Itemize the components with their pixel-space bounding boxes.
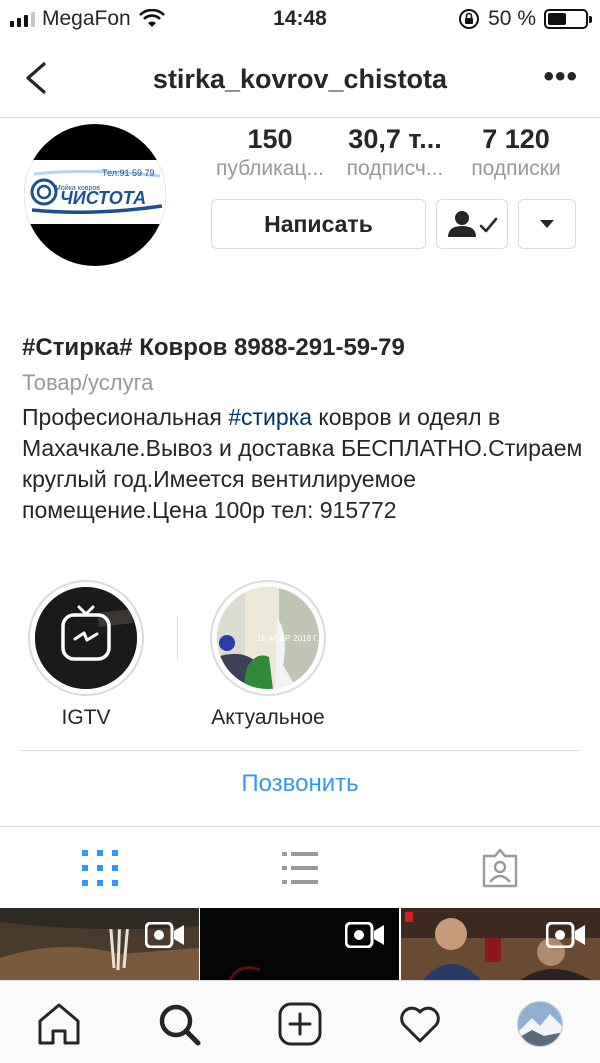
bio-hashtag-link[interactable]: #стирка	[228, 404, 312, 430]
profile-bio: Професиональная #стирка ковров и одеял в…	[22, 404, 583, 523]
svg-text:ЧИСТОТА: ЧИСТОТА	[60, 188, 146, 208]
highlight-actual[interactable]: 16 ФЕВР. 2018 Г. Актуальное	[206, 580, 330, 730]
svg-text:Тел:91 59 79: Тел:91 59 79	[102, 168, 154, 178]
grid-post[interactable]	[401, 908, 600, 980]
suggested-dropdown-button[interactable]	[518, 199, 576, 249]
profile-category: Товар/услуга	[22, 370, 154, 395]
highlight-igtv-label: IGTV	[61, 706, 111, 729]
profile-avatar[interactable]: Мойка ковров Тел:91 59 79 ЧИСТОТА	[24, 124, 166, 266]
home-icon[interactable]	[36, 1001, 82, 1047]
message-button[interactable]: Написать	[211, 199, 426, 249]
video-icon	[345, 922, 384, 948]
followers-count-value: 30,7 т...	[348, 124, 442, 154]
video-icon	[546, 922, 585, 948]
orientation-lock-icon	[459, 9, 480, 29]
brand-logo: Мойка ковров Тел:91 59 79 ЧИСТОТА	[30, 168, 163, 214]
followers-count[interactable]: 30,7 т... подписч...	[336, 124, 454, 181]
profile-full-name: #Стирка# Ковров 8988-291-59-79	[22, 334, 405, 361]
profile-header-bar: stirka_kovrov_chistota •••	[0, 40, 600, 118]
profile-photo	[518, 1002, 562, 1046]
highlight-igtv[interactable]: IGTV	[24, 580, 148, 730]
grid-post[interactable]	[0, 908, 199, 980]
battery-percent: 50 %	[488, 7, 536, 30]
battery-icon	[544, 9, 592, 29]
posts-count[interactable]: 150 публикац...	[210, 124, 330, 181]
grid-icon[interactable]	[80, 848, 120, 888]
more-options-icon[interactable]: •••	[543, 60, 578, 94]
heart-icon[interactable]	[397, 1001, 443, 1047]
posts-count-label: публикац...	[215, 157, 325, 180]
following-count-value: 7 120	[482, 124, 550, 154]
user-check-icon	[448, 211, 498, 237]
search-icon[interactable]	[156, 1001, 202, 1047]
highlight-actual-label: Актуальное	[211, 706, 325, 729]
grid-post[interactable]	[200, 908, 399, 980]
call-button[interactable]: Позвонить	[0, 770, 600, 798]
bottom-navigation	[0, 980, 600, 1063]
posts-count-value: 150	[247, 124, 293, 154]
add-icon[interactable]	[277, 1001, 323, 1047]
profile-avatar[interactable]	[517, 1001, 563, 1047]
video-icon	[145, 922, 184, 948]
followers-count-label: подписч...	[346, 157, 444, 180]
following-count[interactable]: 7 120 подписки	[460, 124, 572, 181]
svg-text:16 ФЕВР. 2018 Г.: 16 ФЕВР. 2018 Г.	[257, 634, 319, 643]
following-button[interactable]	[436, 199, 508, 249]
list-icon[interactable]	[280, 848, 320, 888]
caret-down-icon	[540, 220, 554, 228]
highlights-separator	[177, 616, 178, 660]
profile-username: stirka_kovrov_chistota	[152, 64, 448, 94]
igtv-icon	[35, 587, 137, 689]
posts-grid	[0, 908, 600, 980]
status-bar: MegaFon 14:48 50 %	[0, 0, 600, 38]
story-thumbnail: 16 ФЕВР. 2018 Г.	[217, 587, 319, 689]
following-count-label: подписки	[471, 157, 561, 180]
divider	[20, 750, 580, 751]
tagged-icon[interactable]	[480, 848, 520, 888]
divider	[0, 826, 600, 827]
